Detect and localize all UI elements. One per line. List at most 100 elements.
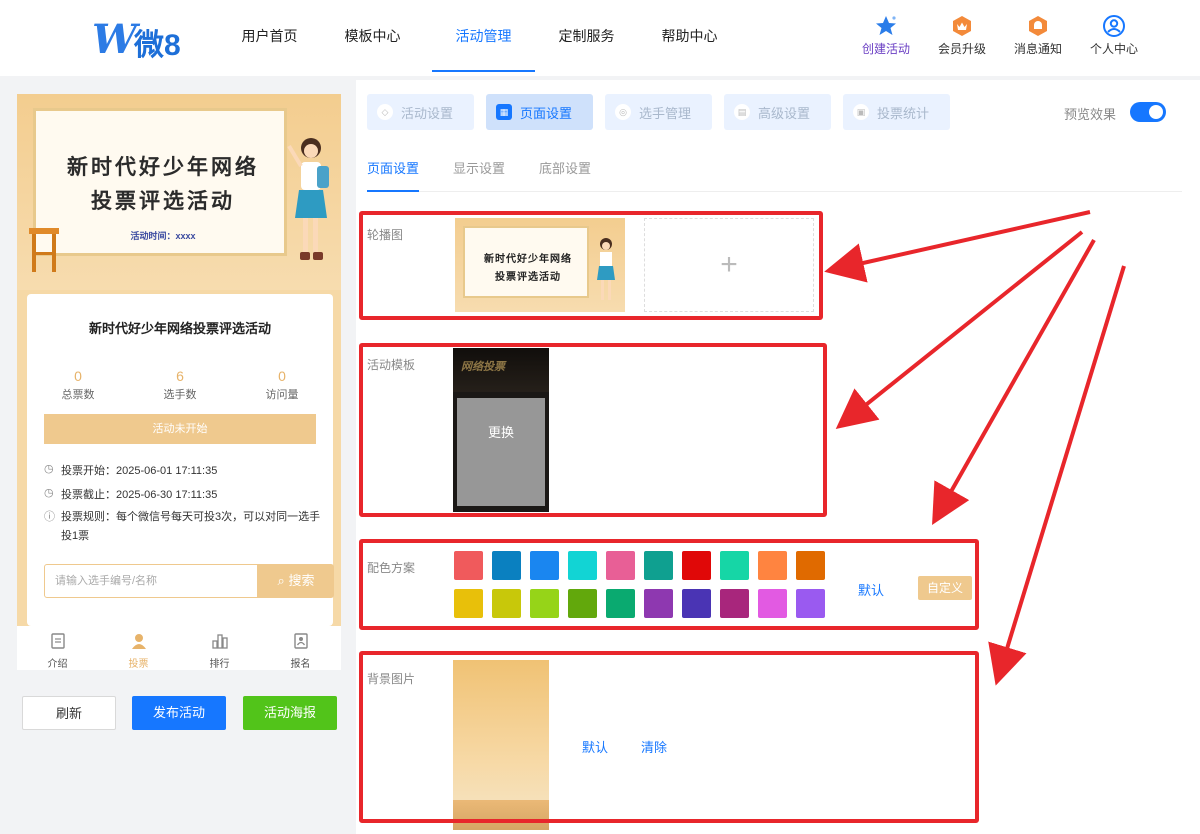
stat-value: 6 [176, 368, 184, 384]
tab-vote-statistics[interactable]: ▣ 投票统计 [843, 94, 950, 130]
stat-value: 0 [74, 368, 82, 384]
tab-ranking-label: 排行 [209, 659, 230, 670]
stat-label: 总票数 [61, 389, 95, 401]
settings-tabs: ◇ 活动设置 ▦ 页面设置 ◎ 选手管理 ▤ 高级设置 ▣ 投票统计 [367, 94, 962, 130]
preview-toggle[interactable] [1130, 102, 1166, 122]
activity-info-card: 新时代好少年网络投票评选活动 0 总票数 6 选手数 0 访问量 活动未开始 ◷… [27, 294, 334, 626]
quick-actions: 创建活动 会员升级 消息通知 个人中心 [848, 14, 1152, 57]
chart-icon: ▣ [853, 104, 869, 120]
tab-label: 选手管理 [639, 105, 692, 121]
nav-item-custom-service[interactable]: 定制服务 [535, 0, 638, 72]
document-icon [50, 633, 65, 649]
phone-preview: 新时代好少年网络 投票评选活动 活动时间：xxxx 新时代好少年网络投票评选活动 [17, 94, 341, 626]
stat-label: 选手数 [163, 389, 197, 401]
stat-contestants: 6 选手数 [129, 368, 231, 402]
tab-label: 高级设置 [758, 105, 811, 121]
contestant-search: 请输入选手编号/名称 ⌕ 搜索 [44, 564, 334, 598]
tab-vote-label: 投票 [128, 659, 149, 670]
nav-item-home[interactable]: 用户首页 [218, 0, 321, 72]
tab-ranking[interactable]: 排行 [179, 626, 260, 670]
vote-start-info: ◷ 投票开始：2025-06-01 17:11:35 [44, 462, 217, 478]
tab-signup[interactable]: 报名 [260, 626, 341, 670]
nav-item-help[interactable]: 帮助中心 [638, 0, 741, 72]
annotation-box-carousel [359, 211, 823, 320]
tab-activity-settings[interactable]: ◇ 活动设置 [367, 94, 474, 130]
stat-visits: 0 访问量 [231, 368, 333, 402]
grid-icon: ▦ [496, 104, 512, 120]
tab-label: 页面设置 [520, 105, 573, 121]
tab-advanced-settings[interactable]: ▤ 高级设置 [724, 94, 831, 130]
user-icon: ◎ [615, 104, 631, 120]
user-circle-icon [1102, 14, 1126, 38]
tab-signup-label: 报名 [290, 659, 311, 670]
stool-illustration [29, 228, 59, 272]
banner-board: 新时代好少年网络 投票评选活动 活动时间：xxxx [33, 108, 287, 256]
girl-illustration [287, 138, 329, 260]
subtab-footer-settings[interactable]: 底部设置 [539, 150, 591, 192]
notifications-button[interactable]: 消息通知 [1000, 14, 1076, 57]
activity-poster-button[interactable]: 活动海报 [243, 696, 337, 730]
profile-label: 个人中心 [1089, 42, 1138, 56]
tab-contestant-management[interactable]: ◎ 选手管理 [605, 94, 712, 130]
search-icon: ⌕ [277, 573, 285, 588]
brand-logo[interactable]: W 微8 [92, 14, 192, 63]
page-settings-subtabs: 页面设置 显示设置 底部设置 [367, 150, 1182, 192]
stat-total-votes: 0 总票数 [27, 368, 129, 402]
clock-icon: ◷ [44, 463, 54, 475]
user-icon [131, 634, 146, 649]
clock-icon: ◷ [44, 487, 54, 499]
profile-button[interactable]: 个人中心 [1076, 14, 1152, 57]
vote-end-text: 投票截止：2025-06-30 17:11:35 [61, 489, 218, 501]
vote-rule-text: 投票规则：每个微信号每天可投3次，可以对同一选手投1票 [61, 511, 321, 542]
preview-tabbar: 介绍 投票 排行 报名 [17, 626, 341, 670]
tab-page-settings[interactable]: ▦ 页面设置 [486, 94, 593, 130]
subtab-page-settings[interactable]: 页面设置 [367, 150, 420, 192]
banner-time: 活动时间：xxxx [130, 231, 196, 241]
create-activity-button[interactable]: 创建活动 [848, 14, 924, 57]
tab-intro[interactable]: 介绍 [17, 626, 98, 670]
annotation-box-template [359, 343, 827, 517]
stat-label: 访问量 [265, 389, 299, 401]
annotation-box-colors [359, 539, 979, 630]
bar-ranking-icon [211, 634, 228, 649]
refresh-button[interactable]: 刷新 [22, 696, 116, 730]
star-icon [874, 14, 898, 38]
vote-start-text: 投票开始：2025-06-01 17:11:35 [61, 465, 218, 477]
crown-badge-icon [950, 14, 974, 38]
contestant-search-button[interactable]: ⌕ 搜索 [258, 564, 334, 598]
bell-badge-icon [1026, 14, 1050, 38]
vote-rule-info: ⓘ 投票规则：每个微信号每天可投3次，可以对同一选手投1票 [44, 508, 329, 546]
search-button-label: 搜索 [288, 573, 315, 588]
tab-label: 投票统计 [877, 105, 930, 121]
id-card-icon [293, 633, 308, 649]
top-navbar: W 微8 用户首页 模板中心 活动管理 定制服务 帮助中心 创建活动 会员升级 … [0, 0, 1200, 76]
member-upgrade-button[interactable]: 会员升级 [924, 14, 1000, 57]
logo-w-mark: W [92, 16, 137, 63]
tab-vote[interactable]: 投票 [98, 626, 179, 670]
banner-title-line2: 投票评选活动 [91, 188, 235, 213]
sliders-icon: ▤ [734, 104, 750, 120]
vote-end-info: ◷ 投票截止：2025-06-30 17:11:35 [44, 486, 217, 502]
stat-value: 0 [278, 368, 286, 384]
publish-activity-button[interactable]: 发布活动 [132, 696, 226, 730]
banner-title-line1: 新时代好少年网络 [67, 154, 259, 179]
tab-label: 活动设置 [401, 105, 454, 121]
create-activity-label: 创建活动 [861, 42, 910, 56]
activity-stats: 0 总票数 6 选手数 0 访问量 [27, 368, 333, 402]
tab-intro-label: 介绍 [47, 659, 68, 670]
main-nav: 用户首页 模板中心 活动管理 定制服务 帮助中心 [218, 0, 741, 76]
preview-toggle-label: 预览效果 [1064, 107, 1117, 122]
nav-item-activity-management[interactable]: 活动管理 [432, 0, 535, 72]
member-upgrade-label: 会员升级 [937, 42, 986, 56]
contestant-search-input[interactable]: 请输入选手编号/名称 [44, 564, 258, 598]
activity-status-bar: 活动未开始 [44, 414, 316, 444]
activity-title: 新时代好少年网络投票评选活动 [88, 321, 271, 336]
shield-icon: ◇ [377, 104, 393, 120]
subtab-display-settings[interactable]: 显示设置 [453, 150, 505, 192]
nav-item-templates[interactable]: 模板中心 [321, 0, 424, 72]
info-circle-icon: ⓘ [44, 511, 55, 523]
notifications-label: 消息通知 [1013, 42, 1062, 56]
annotation-box-background [359, 651, 979, 823]
preview-banner: 新时代好少年网络 投票评选活动 活动时间：xxxx [17, 94, 341, 290]
logo-text: 微8 [134, 29, 181, 62]
